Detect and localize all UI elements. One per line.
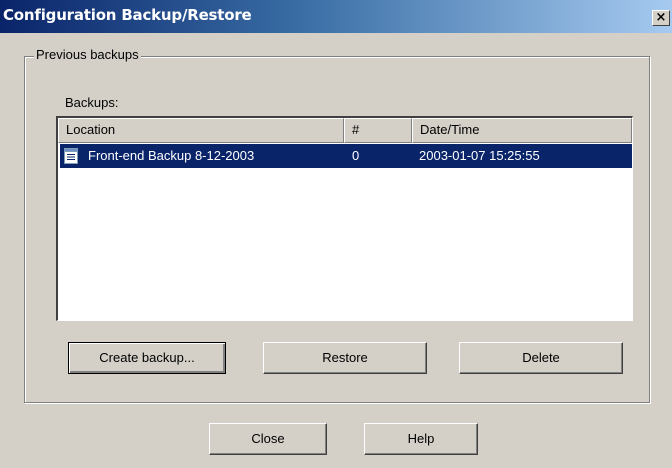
backup-restore-dialog: Configuration Backup/Restore × Previous … <box>0 0 672 468</box>
close-icon: × <box>655 10 667 25</box>
close-window-button[interactable]: × <box>652 10 670 26</box>
backups-label: Backups: <box>65 95 119 110</box>
row-location: Front-end Backup 8-12-2003 <box>88 148 255 163</box>
document-icon <box>64 148 78 164</box>
delete-button[interactable]: Delete <box>459 342 623 374</box>
column-header-datetime[interactable]: Date/Time <box>412 118 632 143</box>
title-bar: Configuration Backup/Restore × <box>0 0 672 33</box>
window-title: Configuration Backup/Restore <box>3 6 252 24</box>
row-number: 0 <box>352 148 360 163</box>
group-legend: Previous backups <box>34 47 141 62</box>
close-button[interactable]: Close <box>209 423 327 455</box>
column-header-number[interactable]: # <box>344 118 412 143</box>
backups-list[interactable]: Location # Date/Time Front-end Backup 8-… <box>56 116 633 321</box>
column-header-location[interactable]: Location <box>58 118 344 143</box>
table-row[interactable]: Front-end Backup 8-12-2003 0 2003-01-07 … <box>60 144 632 168</box>
restore-button[interactable]: Restore <box>263 342 427 374</box>
help-button[interactable]: Help <box>364 423 478 455</box>
create-backup-button[interactable]: Create backup... <box>68 342 226 374</box>
row-datetime: 2003-01-07 15:25:55 <box>419 148 540 163</box>
